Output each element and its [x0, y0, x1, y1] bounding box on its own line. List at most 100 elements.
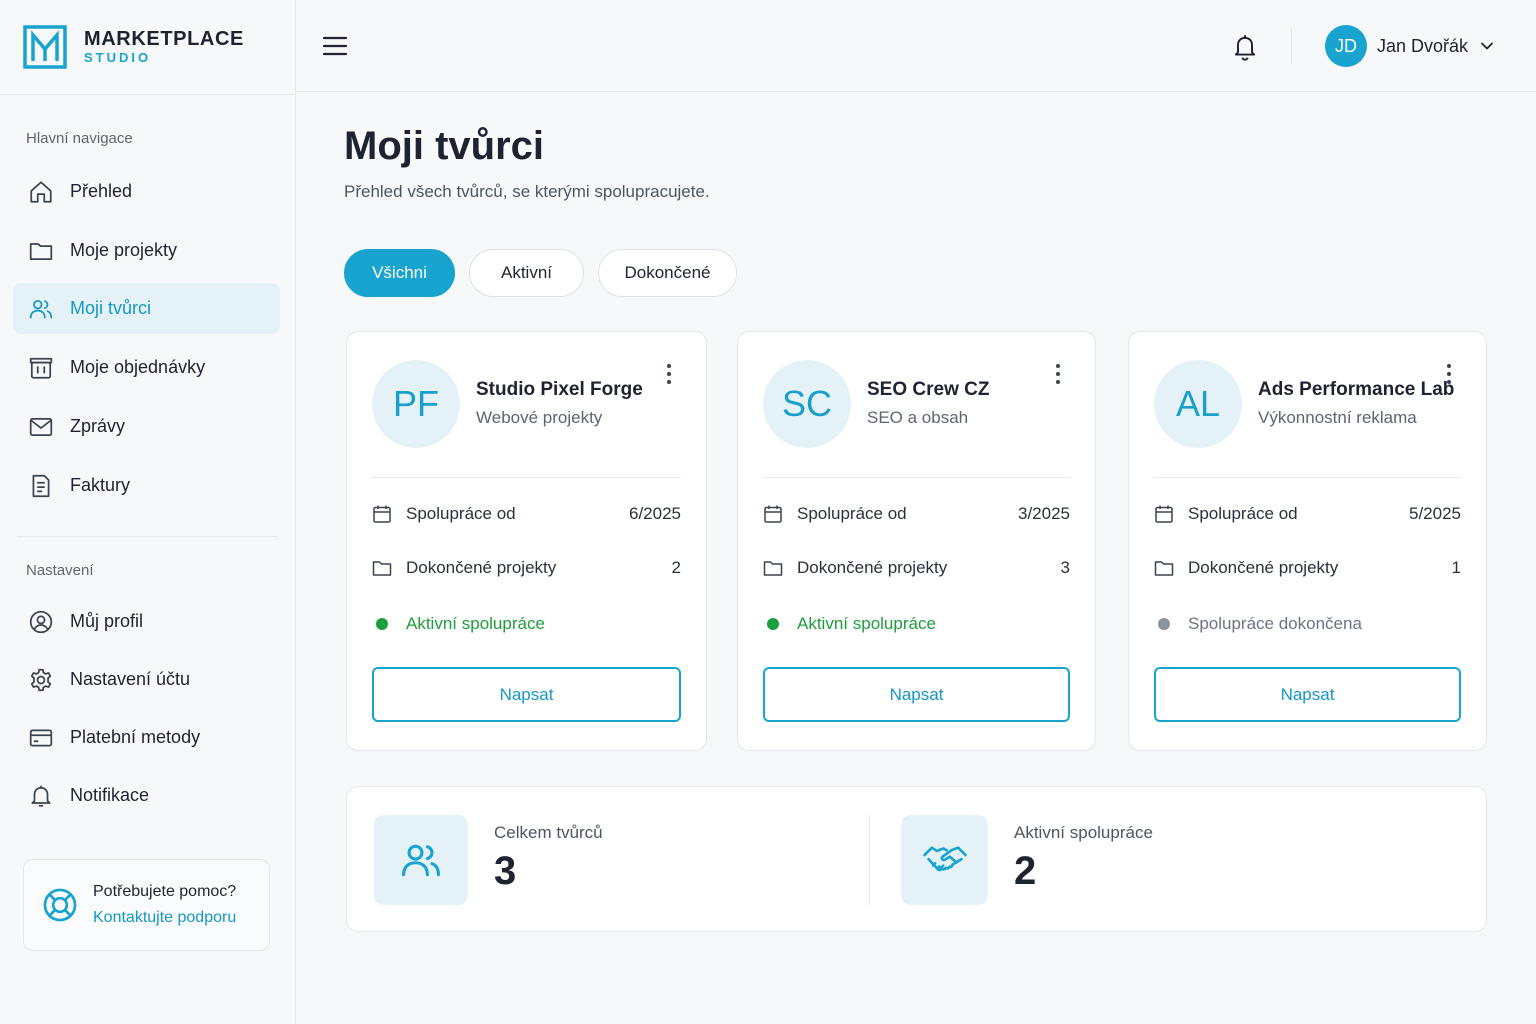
since-label: Spolupráce od	[1188, 504, 1298, 523]
sidebar: MARKETPLACE STUDIO Hlavní navigace Přehl…	[0, 0, 296, 1024]
since-row: Spolupráce od 6/2025	[372, 502, 681, 526]
write-message-button[interactable]: Napsat	[1154, 667, 1461, 722]
sidebar-item-account-settings[interactable]: Nastavení účtu	[13, 654, 280, 705]
more-options-icon[interactable]	[1437, 362, 1461, 386]
creator-category: Výkonnostní reklama	[1258, 408, 1417, 427]
sidebar-divider	[17, 536, 277, 537]
since-row: Spolupráce od 3/2025	[763, 502, 1070, 526]
since-value: 6/2025	[629, 504, 681, 523]
creator-card: SC SEO Crew CZ SEO a obsah Spolupráce od…	[737, 331, 1096, 751]
nav-section-main-label: Hlavní navigace	[26, 130, 133, 147]
sidebar-item-label: Moje projekty	[70, 240, 178, 260]
stat-value: 3	[494, 849, 517, 893]
projects-value: 1	[1451, 558, 1461, 577]
lifebuoy-icon	[41, 886, 79, 924]
brand-title: MARKETPLACE	[84, 28, 244, 50]
sidebar-item-label: Zprávy	[70, 416, 126, 436]
invoice-icon	[27, 472, 55, 500]
folder-icon	[763, 558, 783, 578]
user-name: Jan Dvořák	[1377, 35, 1469, 56]
stat-total-creators: Celkem tvůrců 3	[374, 815, 603, 905]
since-value: 5/2025	[1409, 504, 1461, 523]
stat-label: Aktivní spolupráce	[1014, 823, 1153, 842]
status-badge: Spolupráce dokončena	[1188, 614, 1362, 633]
gear-icon	[27, 666, 55, 694]
sidebar-item-label: Můj profil	[70, 611, 144, 631]
calendar-icon	[763, 504, 783, 524]
creator-name: SEO Crew CZ	[867, 379, 990, 400]
sidebar-item-overview[interactable]: Přehled	[13, 166, 280, 217]
sidebar-item-profile[interactable]: Můj profil	[13, 596, 280, 647]
write-message-button[interactable]: Napsat	[763, 667, 1070, 722]
brand-logo[interactable]: MARKETPLACE STUDIO	[0, 0, 295, 95]
sidebar-item-payment-methods[interactable]: Platební metody	[13, 712, 280, 763]
brand-subtitle: STUDIO	[84, 50, 152, 65]
write-message-button[interactable]: Napsat	[372, 667, 681, 722]
creator-name: Ads Performance Lab	[1258, 379, 1455, 400]
top-bar: JD Jan Dvořák	[296, 0, 1536, 92]
since-label: Spolupráce od	[406, 504, 516, 523]
sidebar-item-creators[interactable]: Moji tvůrci	[13, 283, 280, 334]
users-icon	[374, 815, 468, 905]
stats-divider	[869, 815, 870, 905]
status-dot	[767, 618, 779, 630]
page-subtitle: Přehled všech tvůrců, se kterými spolupr…	[344, 182, 710, 201]
users-icon	[27, 295, 55, 323]
status-dot	[376, 618, 388, 630]
projects-row: Dokončené projekty 1	[1154, 556, 1461, 580]
sidebar-item-notifications[interactable]: Notifikace	[13, 770, 280, 821]
handshake-icon	[901, 815, 988, 905]
status-badge: Aktivní spolupráce	[797, 614, 936, 633]
since-value: 3/2025	[1018, 504, 1070, 523]
credit-card-icon	[27, 724, 55, 752]
mail-icon	[27, 413, 55, 441]
sidebar-item-invoices[interactable]: Faktury	[13, 460, 280, 511]
notifications-bell-icon[interactable]	[1232, 33, 1258, 61]
creator-card: AL Ads Performance Lab Výkonnostní rekla…	[1128, 331, 1487, 751]
shopping-bag-icon	[27, 354, 55, 382]
filter-all[interactable]: Všichni	[344, 249, 455, 297]
sidebar-item-label: Notifikace	[70, 785, 150, 805]
status-row: Aktivní spolupráce	[763, 612, 1070, 636]
sidebar-item-label: Faktury	[70, 475, 131, 495]
status-dot	[1158, 618, 1170, 630]
contact-support-link[interactable]: Kontaktujte podporu	[93, 905, 236, 931]
more-options-icon[interactable]	[1046, 362, 1070, 386]
creator-category: Webové projekty	[476, 408, 603, 427]
page-title: Moji tvůrci	[344, 124, 545, 168]
since-row: Spolupráce od 5/2025	[1154, 502, 1461, 526]
projects-row: Dokončené projekty 2	[372, 556, 681, 580]
creator-avatar: SC	[763, 360, 851, 448]
help-box: Potřebujete pomoc? Kontaktujte podporu	[23, 859, 270, 951]
user-circle-icon	[27, 608, 55, 636]
chevron-down-icon	[1480, 39, 1494, 53]
projects-value: 3	[1060, 558, 1070, 577]
more-options-icon[interactable]	[657, 362, 681, 386]
sidebar-item-label: Moji tvůrci	[70, 298, 152, 318]
stat-value: 2	[1014, 849, 1037, 893]
sidebar-item-projects[interactable]: Moje projekty	[13, 225, 280, 276]
creator-avatar: PF	[372, 360, 460, 448]
card-divider	[372, 477, 681, 478]
projects-label: Dokončené projekty	[1188, 558, 1339, 577]
filter-tabs: Všichni Aktivní Dokončené	[344, 249, 751, 297]
creator-card: PF Studio Pixel Forge Webové projekty Sp…	[346, 331, 707, 751]
sidebar-item-label: Nastavení účtu	[70, 669, 191, 689]
user-menu[interactable]: JD Jan Dvořák	[1325, 25, 1494, 67]
avatar: JD	[1325, 25, 1367, 67]
projects-label: Dokončené projekty	[406, 558, 557, 577]
folder-icon	[1154, 558, 1174, 578]
card-divider	[763, 477, 1070, 478]
marketplace-logo-icon	[23, 25, 67, 69]
bell-icon	[27, 782, 55, 810]
sidebar-item-label: Moje objednávky	[70, 357, 206, 377]
home-icon	[27, 178, 55, 206]
sidebar-item-orders[interactable]: Moje objednávky	[13, 342, 280, 393]
filter-active[interactable]: Aktivní	[469, 249, 584, 297]
filter-completed[interactable]: Dokončené	[598, 249, 737, 297]
since-label: Spolupráce od	[797, 504, 907, 523]
status-row: Spolupráce dokončena	[1154, 612, 1461, 636]
sidebar-item-label: Přehled	[70, 181, 133, 201]
sidebar-item-messages[interactable]: Zprávy	[13, 401, 280, 452]
hamburger-menu-icon[interactable]	[322, 33, 348, 59]
